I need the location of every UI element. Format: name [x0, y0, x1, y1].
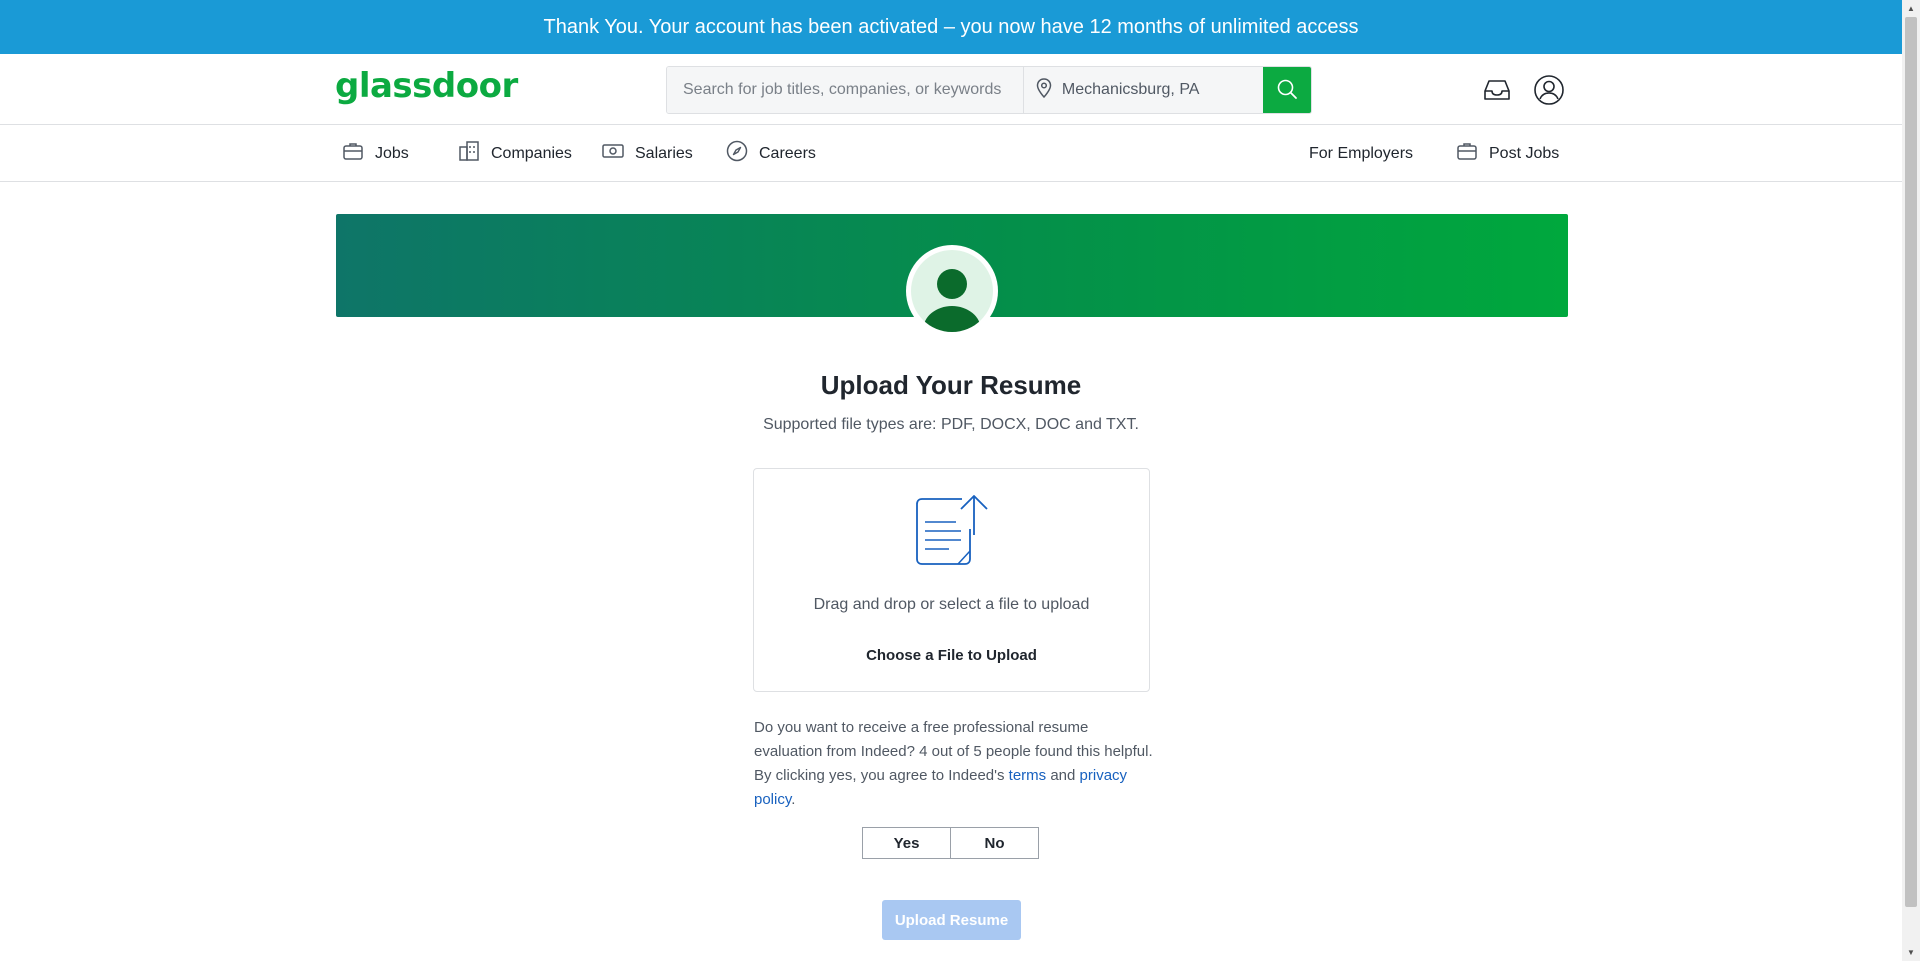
scroll-up-arrow-icon[interactable]: ▲	[1902, 0, 1920, 17]
document-upload-icon	[914, 493, 992, 574]
building-icon	[457, 139, 481, 168]
nav-companies-label: Companies	[491, 144, 572, 162]
briefcase-icon	[1455, 139, 1479, 168]
inbox-icon[interactable]	[1481, 74, 1513, 111]
nav-post-jobs-label: Post Jobs	[1489, 144, 1560, 162]
nav-post-jobs[interactable]: Post Jobs	[1455, 125, 1559, 182]
search-icon	[1276, 78, 1298, 103]
page-title: Upload Your Resume	[820, 370, 1082, 400]
compass-icon	[725, 139, 749, 168]
evaluation-end-text: .	[791, 791, 796, 808]
activation-banner-text: Thank You. Your account has been activat…	[543, 15, 1359, 38]
nav-jobs-label: Jobs	[375, 144, 409, 162]
evaluation-choice-group: Yes No	[862, 827, 1039, 859]
yes-button[interactable]: Yes	[862, 827, 951, 859]
avatar	[906, 245, 998, 337]
keyword-search-input[interactable]	[667, 67, 1024, 113]
evaluation-and-text: and	[1046, 767, 1080, 784]
site-header: glassdoor Mechanicsburg, PA	[0, 54, 1902, 125]
supported-file-types: Supported file types are: PDF, DOCX, DOC…	[763, 416, 1139, 433]
dropzone-instructions: Drag and drop or select a file to upload	[813, 596, 1090, 613]
nav-salaries[interactable]: Salaries	[601, 125, 693, 182]
nav-salaries-label: Salaries	[635, 144, 693, 162]
briefcase-icon	[341, 139, 365, 168]
nav-careers[interactable]: Careers	[725, 125, 816, 182]
nav-jobs[interactable]: Jobs	[341, 125, 409, 182]
location-field[interactable]: Mechanicsburg, PA	[1023, 67, 1264, 113]
main-nav: Jobs Companies Salaries Careers For Empl…	[0, 125, 1902, 182]
glassdoor-logo[interactable]: glassdoor	[335, 66, 518, 106]
nav-careers-label: Careers	[759, 144, 816, 162]
profile-icon[interactable]	[1533, 74, 1565, 111]
search-button[interactable]	[1263, 67, 1311, 113]
resume-evaluation-prompt: Do you want to receive a free profession…	[754, 716, 1154, 812]
user-avatar-icon	[911, 250, 993, 332]
page-scrollbar[interactable]: ▲ ▼	[1902, 0, 1920, 961]
nav-for-employers-label: For Employers	[1309, 144, 1414, 162]
scroll-down-arrow-icon[interactable]: ▼	[1902, 944, 1920, 961]
activation-banner: Thank You. Your account has been activat…	[0, 0, 1902, 54]
terms-link[interactable]: terms	[1009, 767, 1047, 784]
nav-companies[interactable]: Companies	[457, 125, 572, 182]
money-icon	[601, 139, 625, 168]
upload-resume-button[interactable]: Upload Resume	[882, 900, 1021, 940]
choose-file-button[interactable]: Choose a File to Upload	[754, 647, 1149, 664]
location-value: Mechanicsburg, PA	[1061, 81, 1200, 98]
no-button[interactable]: No	[950, 827, 1039, 859]
nav-for-employers[interactable]: For Employers	[1309, 125, 1413, 182]
scrollbar-thumb[interactable]	[1905, 17, 1917, 907]
resume-dropzone[interactable]: Drag and drop or select a file to upload…	[753, 468, 1150, 692]
location-pin-icon	[1036, 77, 1052, 103]
search-bar: Mechanicsburg, PA	[666, 66, 1312, 114]
